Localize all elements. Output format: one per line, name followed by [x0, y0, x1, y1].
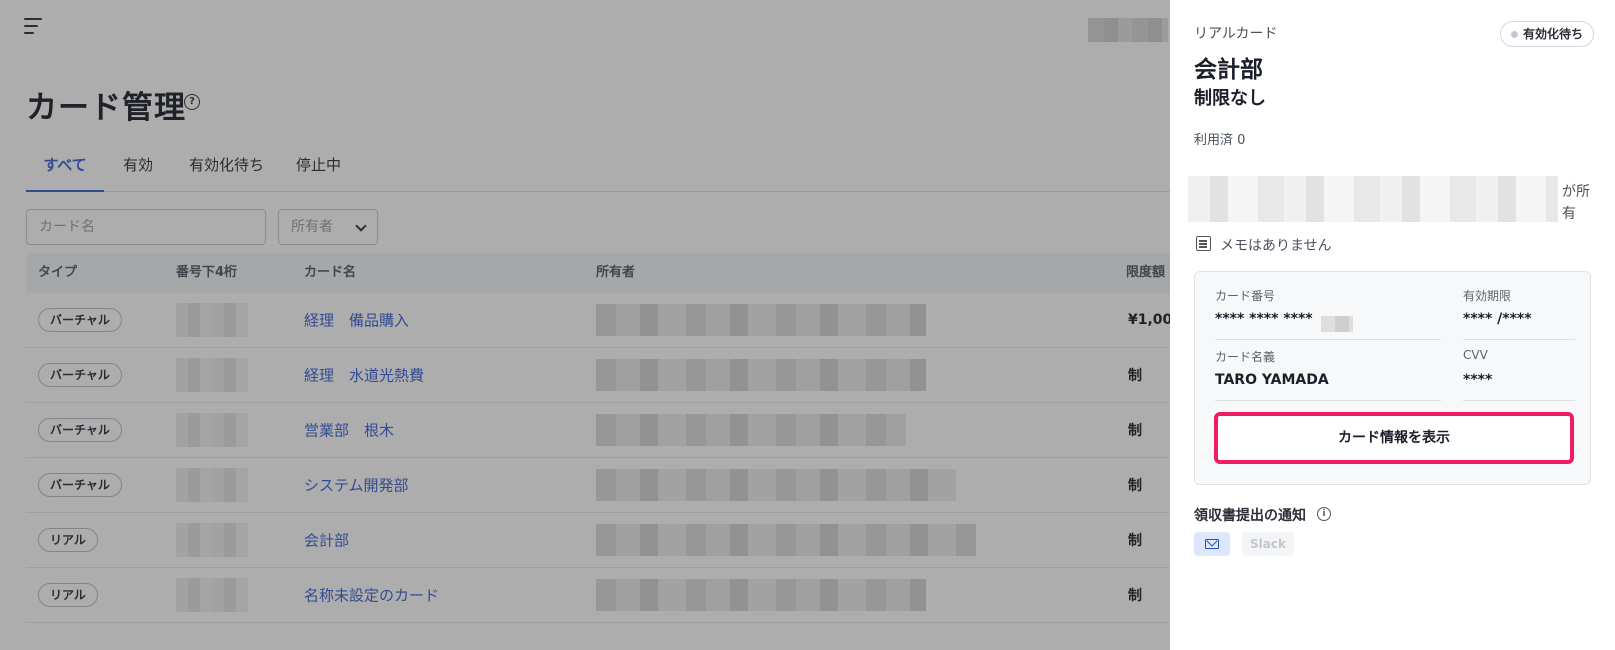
mail-icon [1205, 539, 1219, 549]
memo-text: メモはありません [1220, 238, 1332, 254]
card-detail-panel: リアルカード 有効化待ち 会計部 制限なし 利用済 0 が所有 メモはありません… [1170, 0, 1615, 650]
memo-icon [1196, 236, 1211, 251]
card-number-value: **** **** **** [1215, 311, 1313, 327]
show-card-info-button[interactable]: カード情報を表示 [1214, 412, 1574, 464]
card-kind-label: リアルカード [1194, 26, 1278, 42]
card-info-box: カード番号 **** **** **** 有効期限 **** /**** カード… [1194, 271, 1591, 485]
cvv-value: **** [1463, 372, 1493, 388]
status-badge: 有効化待ち [1500, 21, 1595, 47]
expiry-label: 有効期限 [1463, 289, 1512, 303]
card-used-amount: 利用済 0 [1194, 133, 1246, 148]
card-number-last4 [1321, 316, 1353, 332]
card-title: 会計部 [1194, 57, 1263, 83]
info-icon[interactable]: i [1317, 507, 1331, 521]
divider [1215, 339, 1441, 340]
card-limit: 制限なし [1194, 88, 1266, 109]
expiry-value: **** /**** [1463, 311, 1532, 327]
card-holder-label: カード名義 [1215, 350, 1276, 364]
cvv-label: CVV [1463, 348, 1488, 362]
card-holder-value: TARO YAMADA [1215, 372, 1329, 388]
slack-notification-toggle[interactable]: Slack [1242, 532, 1294, 556]
status-dot-icon [1511, 31, 1518, 38]
modal-backdrop[interactable] [0, 0, 1170, 650]
card-number-label: カード番号 [1215, 289, 1276, 303]
divider [1463, 400, 1575, 401]
divider [1463, 339, 1575, 340]
status-label: 有効化待ち [1523, 27, 1584, 41]
receipt-notification-title: 領収書提出の通知 [1194, 508, 1306, 524]
owner-name [1188, 176, 1558, 222]
email-notification-toggle[interactable] [1194, 532, 1230, 556]
divider [1215, 400, 1441, 401]
owner-suffix: が所有 [1562, 184, 1590, 222]
